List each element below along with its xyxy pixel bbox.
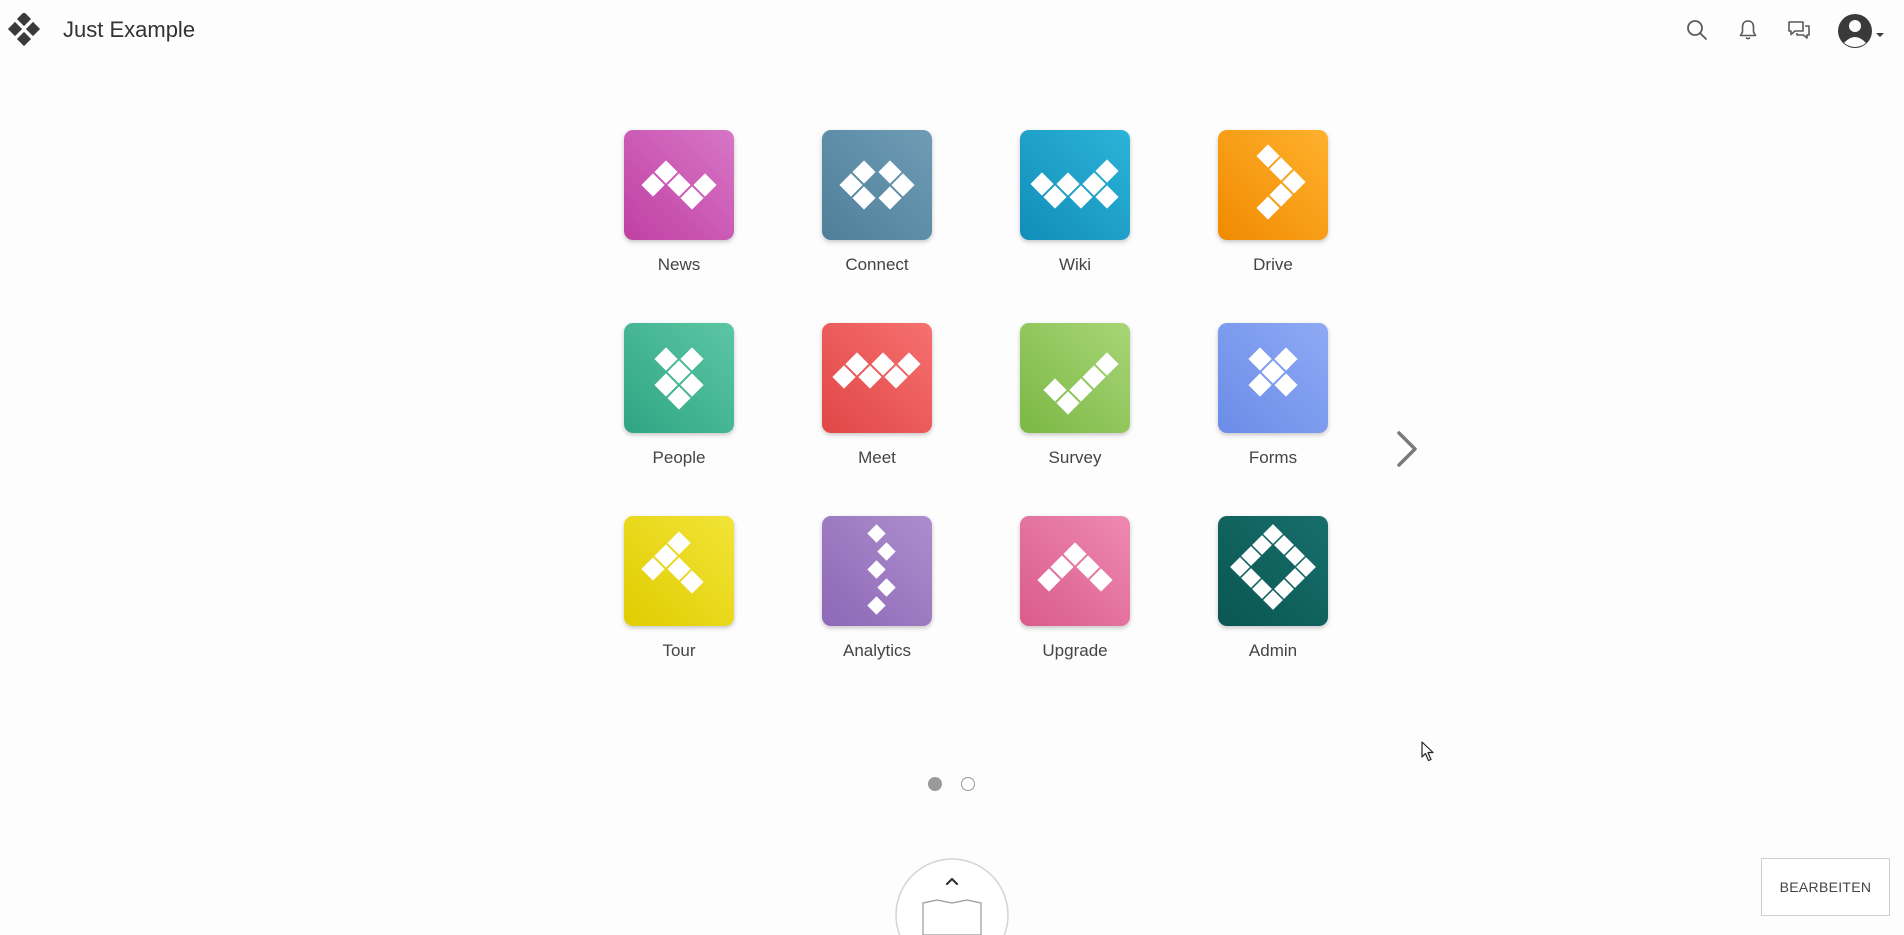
app-label: Upgrade [1042,641,1108,660]
app-tile-survey[interactable]: Survey [976,323,1174,516]
app-tile-news-bg [624,130,734,240]
app-tile-tour[interactable]: Tour [580,516,778,709]
app-tile-connect[interactable]: Connect [778,130,976,323]
upgrade-icon [1037,542,1113,592]
app-tile-wiki[interactable]: Wiki [976,130,1174,323]
app-tile-upgrade-bg [1020,516,1130,626]
app-label: Tour [662,641,696,660]
brand-home-link[interactable]: Just Example [6,13,195,47]
app-tile-admin[interactable]: Admin [1174,516,1372,709]
app-tile-survey-bg [1020,323,1130,433]
mouse-cursor-icon [1421,741,1434,762]
app-label: Analytics [842,641,912,660]
app-tile-drive[interactable]: Drive [1174,130,1372,323]
app-tile-analytics[interactable]: Analytics [778,516,976,709]
admin-icon [1230,524,1316,610]
app-label: Admin [1248,641,1298,660]
app-tile-connect-bg [822,130,932,240]
wiki-icon [1030,159,1119,209]
top-bar: Just Example [0,0,1904,62]
connect-icon [839,160,915,210]
app-tile-drive-bg [1218,130,1328,240]
app-tile-analytics-bg [822,516,932,626]
drive-icon [1256,144,1306,220]
app-tile-forms-bg [1218,323,1328,433]
app-launcher-grid: News Connect Wiki Drive People Meet Surv… [580,130,1372,709]
forms-icon [1248,347,1298,397]
analytics-icon [867,524,896,615]
page-dot-1[interactable] [928,777,942,791]
app-label: Drive [1253,255,1293,274]
tour-icon [641,531,704,594]
brand-name: Just Example [63,17,196,42]
app-tile-news[interactable]: News [580,130,778,323]
app-label: Meet [858,448,896,467]
meet-icon [832,352,921,389]
app-label: Survey [1048,448,1102,467]
app-tile-admin-bg [1218,516,1328,626]
app-label: Forms [1248,448,1298,467]
news-icon [641,160,717,210]
search-icon[interactable] [1684,17,1710,43]
chevron-up-icon[interactable] [893,855,1011,935]
app-label: News [657,255,701,274]
diamond-logo-icon [7,13,41,47]
app-tile-upgrade[interactable]: Upgrade [976,516,1174,709]
app-tile-people-bg [624,323,734,433]
user-menu[interactable] [1838,13,1890,51]
chevron-right-icon[interactable] [1393,427,1423,471]
page-dot-2[interactable] [961,777,975,791]
app-label: Connect [845,255,909,274]
user-avatar-icon [1838,14,1884,48]
app-tile-meet[interactable]: Meet [778,323,976,516]
app-label: Wiki [1058,255,1092,274]
bell-icon[interactable] [1735,17,1761,43]
app-tile-meet-bg [822,323,932,433]
app-tile-tour-bg [624,516,734,626]
app-label: People [652,448,706,467]
app-tile-people[interactable]: People [580,323,778,516]
app-tile-forms[interactable]: Forms [1174,323,1372,516]
people-icon [654,347,704,410]
app-tile-wiki-bg [1020,130,1130,240]
survey-icon [1043,352,1119,415]
chat-icon[interactable] [1786,17,1812,43]
edit-button[interactable]: BEARBEITEN [1761,858,1890,916]
